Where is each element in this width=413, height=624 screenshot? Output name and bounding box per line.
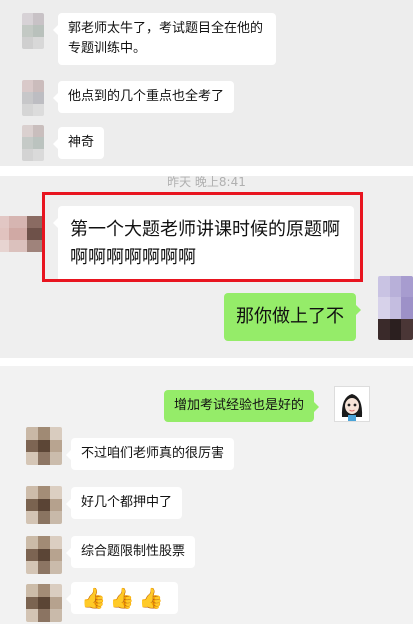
message-bubble[interactable]: 他点到的几个重点也全考了 xyxy=(52,81,235,113)
message-bubble[interactable]: 郭老师太牛了，考试题目全在他的专题训练中。 xyxy=(53,13,276,65)
message-bubble-sent[interactable]: 增加考试经验也是好的 xyxy=(164,390,320,422)
chat-panel-2: 昨天 晚上8:41 第一个大题老师讲课时候的原题啊啊啊啊啊啊啊啊 那你做上了不 xyxy=(0,176,413,358)
thumbs-up-emoji: 👍👍👍 xyxy=(81,586,168,610)
avatar[interactable] xyxy=(26,486,62,524)
avatar[interactable] xyxy=(0,216,44,252)
avatar[interactable] xyxy=(26,584,62,622)
avatar[interactable] xyxy=(26,536,62,574)
cartoon-avatar-icon xyxy=(335,387,369,421)
message-text: 增加考试经验也是好的 xyxy=(174,398,305,413)
message-text: 综合题限制性股票 xyxy=(81,544,186,559)
message-bubble[interactable]: 神奇 xyxy=(52,127,105,159)
highlight-box xyxy=(42,192,363,282)
message-text: 那你做上了不 xyxy=(236,306,344,327)
message-text: 好几个都押中了 xyxy=(81,495,173,510)
message-bubble[interactable]: 👍👍👍 xyxy=(66,582,178,614)
message-bubble-sent[interactable]: 那你做上了不 xyxy=(224,293,361,341)
avatar[interactable] xyxy=(26,427,62,465)
avatar[interactable] xyxy=(22,13,44,49)
message-text: 郭老师太牛了，考试题目全在他的专题训练中。 xyxy=(68,21,264,56)
avatar[interactable] xyxy=(22,125,44,161)
avatar[interactable] xyxy=(378,276,413,340)
chat-panel-1: 郭老师太牛了，考试题目全在他的专题训练中。 他点到的几个重点也全考了 神奇 xyxy=(0,0,413,166)
message-bubble[interactable]: 不过咱们老师真的很厉害 xyxy=(65,438,235,470)
message-bubble[interactable]: 综合题限制性股票 xyxy=(65,536,196,568)
message-text: 他点到的几个重点也全考了 xyxy=(68,89,225,104)
message-text: 神奇 xyxy=(68,135,95,150)
avatar[interactable] xyxy=(22,80,44,116)
chat-panel-3: 增加考试经验也是好的 不过咱们老师真的很厉害 好几个都押中了 综合题限制性股票 … xyxy=(0,366,413,624)
message-bubble[interactable]: 好几个都押中了 xyxy=(65,487,183,519)
self-avatar[interactable] xyxy=(334,386,370,422)
timestamp: 昨天 晚上8:41 xyxy=(167,176,246,189)
message-text: 不过咱们老师真的很厉害 xyxy=(81,446,225,461)
